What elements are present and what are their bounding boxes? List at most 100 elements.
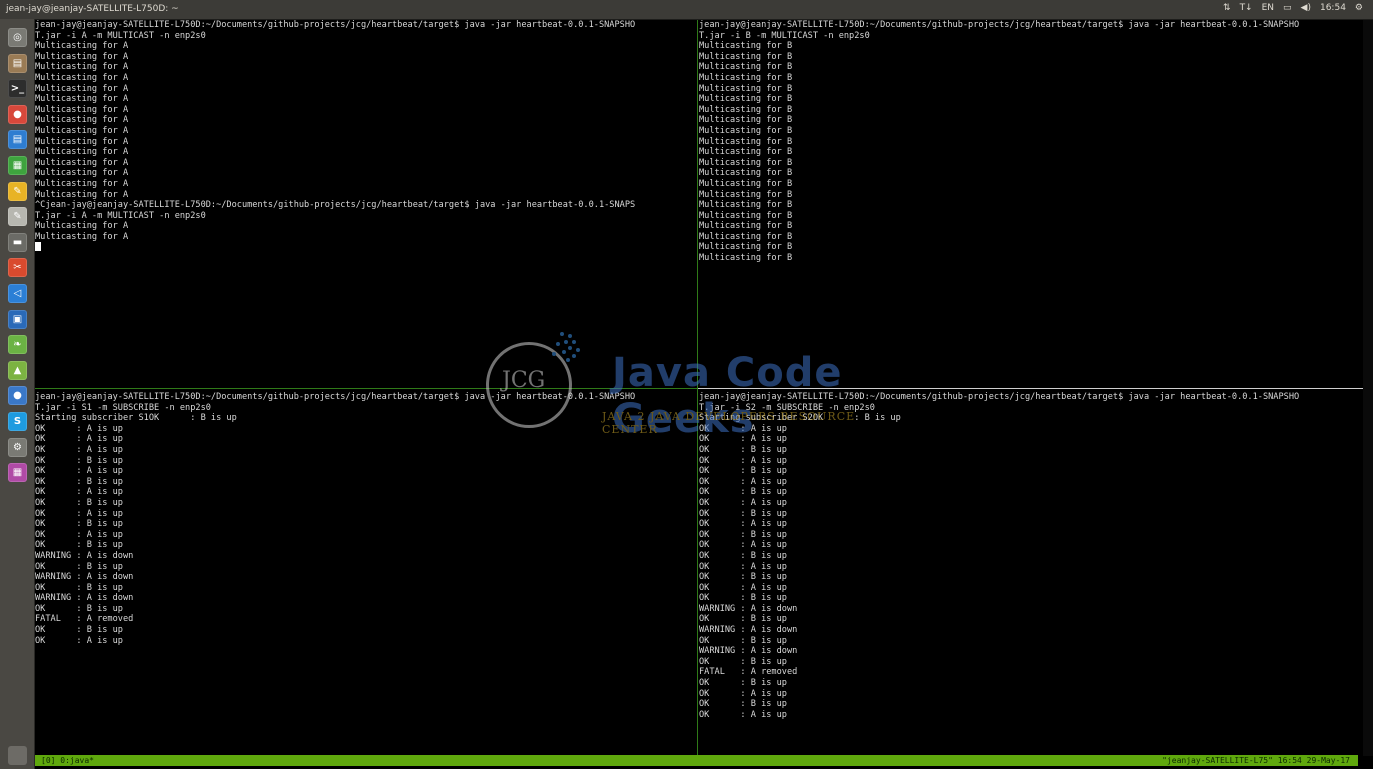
dash-home-icon[interactable]: ◎ [8,28,27,47]
tools-icon[interactable]: ✂ [8,258,27,278]
terminal-pane-top-right[interactable]: jean-jay@jeanjay-SATELLITE-L750D:~/Docum… [699,20,1363,386]
indicator-0[interactable]: ⇅ [1223,3,1231,13]
indicator-3[interactable]: ▭ [1283,3,1292,13]
terminal-line: jean-jay@jeanjay-SATELLITE-L750D:~/Docum… [699,392,1300,402]
chromium-icon-glyph: ● [13,390,22,402]
terminal-line: OK : A is up [699,519,787,530]
window-title: jean-jay@jeanjay-SATELLITE-L750D: ~ [6,4,179,14]
terminal-line: Multicasting for A [35,94,129,105]
terminal-line: OK : A is up [699,434,787,445]
files-icon[interactable]: ▤ [8,53,27,73]
pane-divider-horizontal-left[interactable] [35,388,697,389]
terminal-pane-bottom-right[interactable]: jean-jay@jeanjay-SATELLITE-L750D:~/Docum… [699,392,1363,754]
chrome-icon-glyph: ● [13,108,22,120]
terminal-line: Multicasting for A [35,221,129,232]
indicator-5[interactable]: 16:54 [1320,3,1346,13]
terminal-line: Multicasting for A [35,41,129,52]
terminal-line: Multicasting for B [699,200,793,211]
terminal-line: Multicasting for B [699,83,793,94]
terminal-pane-bottom-left[interactable]: jean-jay@jeanjay-SATELLITE-L750D:~/Docum… [35,392,695,754]
android-icon-glyph: ▲ [13,364,22,376]
writer-icon[interactable]: ▤ [8,130,27,150]
terminal-line: Multicasting for B [699,115,793,126]
terminal-line: OK : B is up [699,678,787,689]
terminal-line: OK : A is up [699,476,787,487]
chrome-icon[interactable]: ● [8,104,27,124]
drive-icon[interactable]: ▬ [8,232,27,252]
spring-icon[interactable]: ❧ [8,335,27,355]
terminal-line: Multicasting for B [699,231,793,242]
calc-icon[interactable]: ▦ [8,156,27,175]
terminal-line: Multicasting for A [35,147,129,158]
terminal-line: Multicasting for B [699,242,793,253]
indicator-1[interactable]: T↓ [1240,3,1253,13]
terminal-line: T.jar -i A -m MULTICAST -n enp2s0 [35,210,206,221]
indicator-2[interactable]: EN [1262,3,1274,13]
workspaces-icon-glyph: ▦ [12,467,23,479]
terminal-line: OK : B is up [699,593,787,604]
virtualbox-icon[interactable]: ▣ [8,309,27,329]
terminal-line: OK : A is up [35,508,123,519]
pane-divider-horizontal-right[interactable] [698,388,1363,389]
terminal-line: FATAL : A removed [35,614,134,625]
chromium-icon[interactable]: ● [8,386,27,406]
terminal-prompt-line[interactable] [35,242,695,253]
terminal-line: Multicasting for B [699,94,793,105]
terminal-line: OK : A is up [699,561,787,572]
terminal-line: Multicasting for A [35,104,129,115]
indicator-6[interactable]: ⚙ [1355,3,1363,13]
terminal-line: OK : B is up [699,550,787,561]
terminal-line: WARNING : A is down [699,603,798,614]
terminal-line: OK : B is up [699,444,787,455]
settings-icon[interactable]: ⚙ [8,437,27,457]
terminal-line: OK : B is up [35,497,123,508]
terminal-line: Multicasting for B [699,51,793,62]
terminal-line: Multicasting for B [699,157,793,168]
terminal-line: jean-jay@jeanjay-SATELLITE-L750D:~/Docum… [699,20,1300,30]
notes-icon[interactable]: ✎ [8,181,27,201]
android-icon[interactable]: ▲ [8,360,27,380]
terminal-pane-top-left[interactable]: jean-jay@jeanjay-SATELLITE-L750D:~/Docum… [35,20,695,386]
terminal-line: Multicasting for B [699,210,793,221]
terminal-icon[interactable]: >_ [8,79,27,99]
terminal-line: OK : B is up [35,625,123,636]
terminal-line: T.jar -i A -m MULTICAST -n enp2s0 [35,30,206,41]
terminal-line: OK : B is up [699,572,787,583]
terminal-line: OK : B is up [699,529,787,540]
indicator-area: ⇅ T↓ EN ▭ ◀) 16:54 ⚙ [1223,3,1363,13]
terminal-line: OK : B is up [699,508,787,519]
terminal-line: Multicasting for B [699,62,793,73]
spring-icon-glyph: ❧ [13,339,22,351]
terminal-line: Multicasting for B [699,221,793,232]
terminal-line: OK : A is up [699,709,787,720]
skype-icon-glyph: S [13,416,22,427]
workspaces-icon[interactable]: ▦ [8,463,27,483]
terminal-line: OK : B is up [699,487,787,498]
terminal-line: Multicasting for A [35,168,129,179]
terminal-line: Multicasting for A [35,136,129,147]
vscode-icon[interactable]: ◁ [8,284,27,303]
skype-icon[interactable]: S [8,412,27,431]
terminal-line: OK : B is up [699,614,787,625]
top-panel: jean-jay@jeanjay-SATELLITE-L750D: ~ ⇅ T↓ E… [0,0,1373,20]
text-cursor [35,242,41,252]
trash-icon[interactable] [8,746,27,765]
terminal-line: WARNING : A is down [35,572,134,583]
text-editor-icon[interactable]: ✎ [8,207,27,227]
writer-icon-glyph: ▤ [12,134,23,146]
text-editor-icon-glyph: ✎ [13,211,22,223]
terminal-line: ^Cjean-jay@jeanjay-SATELLITE-L750D:~/Doc… [35,200,636,211]
terminal-line: OK : B is up [35,561,123,572]
terminal-line: Multicasting for B [699,253,793,264]
status-window-list[interactable]: [0] 0:java* [41,755,94,766]
unity-launcher: ◎ ▤ >_ ● ▤ ▦ ✎ ✎ ▬ ✂ ◁ ▣ ❧ ▲ ● S ⚙ ▦ [0,19,35,769]
terminal-line: Multicasting for B [699,72,793,83]
terminal-line: Multicasting for B [699,178,793,189]
indicator-4[interactable]: ◀) [1301,3,1311,13]
terminal-line: OK : A is up [35,444,123,455]
terminal-line: jean-jay@jeanjay-SATELLITE-L750D:~/Docum… [35,392,636,402]
terminal-line: Multicasting for B [699,168,793,179]
terminal-line: OK : B is up [699,656,787,667]
terminal-line: T.jar -i S2 -m SUBSCRIBE -n enp2s0 [699,402,875,413]
terminal-line: T.jar -i B -m MULTICAST -n enp2s0 [699,30,870,41]
